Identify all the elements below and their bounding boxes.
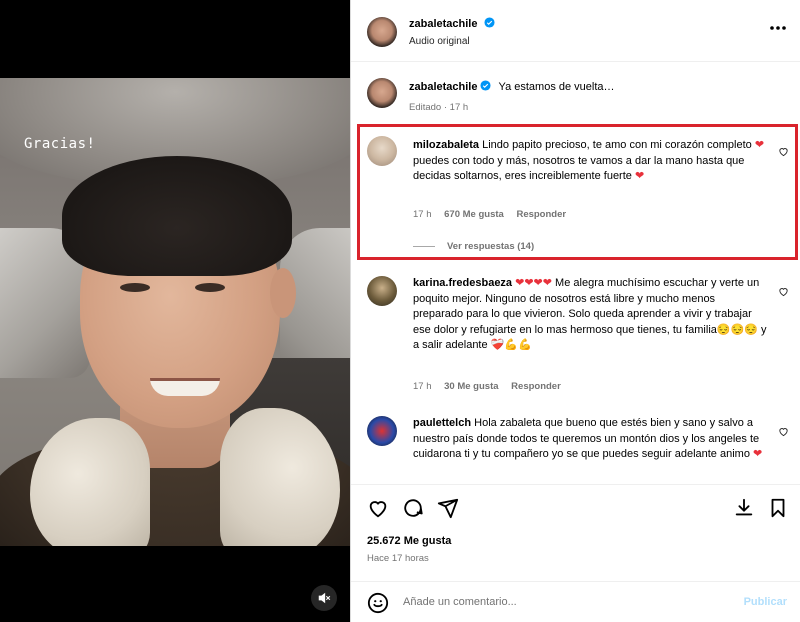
post-details-panel: zabaletachile Audio original zabaletachi… xyxy=(350,0,800,622)
add-comment-bar: Añade un comentario... Publicar xyxy=(351,581,800,622)
instagram-post-modal: Gracias! zabaletachile Audio original za… xyxy=(0,0,800,622)
like-comment-heart-icon[interactable] xyxy=(778,286,789,297)
comment-input[interactable]: Añade un comentario... xyxy=(403,596,517,608)
speaker-muted-icon[interactable] xyxy=(311,585,337,611)
verified-badge-icon xyxy=(484,17,495,28)
post-time: Hace 17 horas xyxy=(367,553,429,564)
comment-username[interactable]: karina.fredesbaeza xyxy=(413,277,512,289)
avatar[interactable] xyxy=(367,276,397,306)
avatar[interactable] xyxy=(367,17,397,47)
video-panel[interactable]: Gracias! xyxy=(0,0,350,622)
video-overlay-text: Gracias! xyxy=(24,136,96,152)
highlight-box xyxy=(357,124,798,260)
avatar[interactable] xyxy=(367,416,397,446)
share-send-icon[interactable] xyxy=(437,497,459,519)
comment-username[interactable]: paulettelch xyxy=(413,417,471,429)
emoji-icon[interactable] xyxy=(367,592,389,614)
post-actions: 25.672 Me gusta Hace 17 horas Añade un c… xyxy=(351,484,800,622)
caption-username[interactable]: zabaletachile xyxy=(409,81,477,93)
comment-bubble-icon[interactable] xyxy=(402,497,424,519)
post-header: zabaletachile Audio original xyxy=(351,0,800,62)
download-icon[interactable] xyxy=(733,497,755,519)
comment-likes[interactable]: 30 Me gusta xyxy=(444,381,498,392)
comment-text: karina.fredesbaeza ❤❤❤❤ Me alegra muchís… xyxy=(413,277,767,351)
like-comment-heart-icon[interactable] xyxy=(778,426,789,437)
reply-button[interactable]: Responder xyxy=(511,381,561,392)
caption-meta: Editado · 17 h xyxy=(409,102,469,113)
verified-badge-icon xyxy=(480,80,492,91)
like-heart-icon[interactable] xyxy=(367,497,389,519)
avatar[interactable] xyxy=(367,78,397,108)
comment-text: paulettelch Hola zabaleta que bueno que … xyxy=(413,417,763,460)
comment-time: 17 h xyxy=(413,381,432,392)
post-likes-count[interactable]: 25.672 Me gusta xyxy=(367,535,451,547)
publish-button[interactable]: Publicar xyxy=(744,596,787,608)
more-options-icon[interactable] xyxy=(769,22,787,34)
post-username[interactable]: zabaletachile xyxy=(409,18,477,30)
caption-text: Ya estamos de vuelta… xyxy=(498,81,615,93)
audio-label[interactable]: Audio original xyxy=(409,36,470,47)
save-bookmark-icon[interactable] xyxy=(767,497,789,519)
